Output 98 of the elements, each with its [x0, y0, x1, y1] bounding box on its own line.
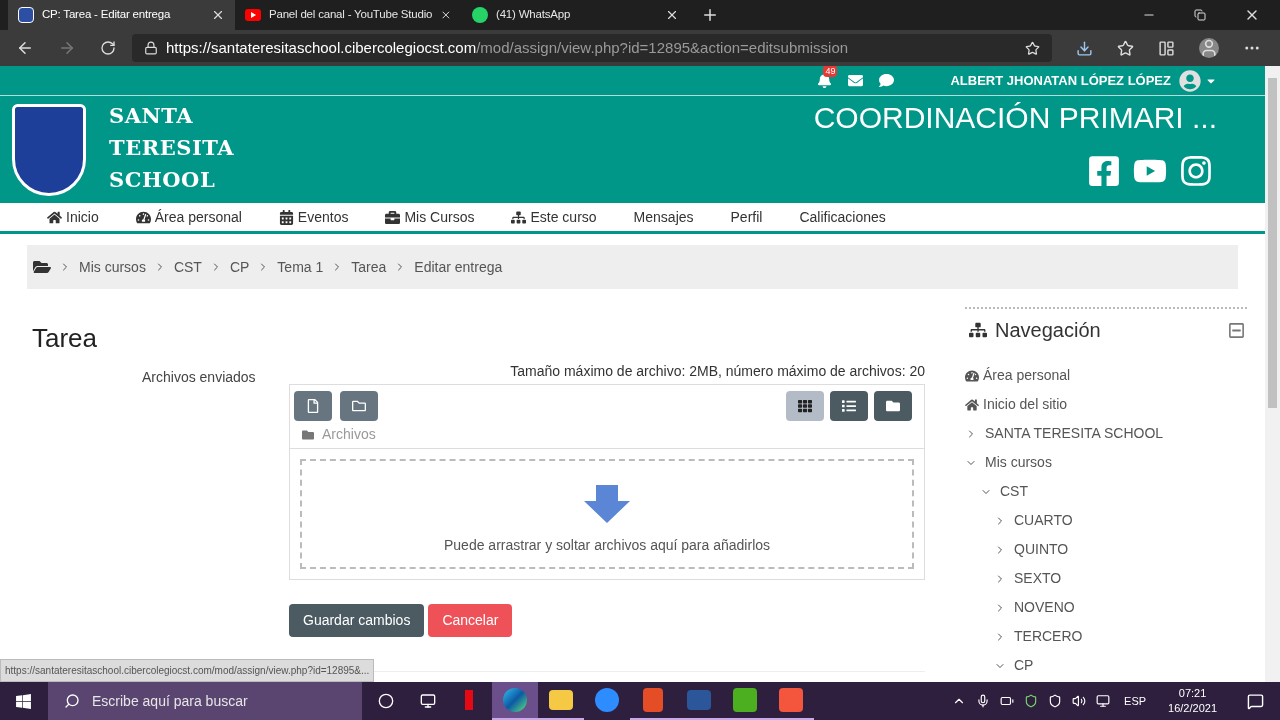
clock-date[interactable]: 16/2/2021 — [1168, 701, 1217, 716]
mail-icon[interactable] — [848, 73, 864, 88]
dashboard-icon — [965, 368, 979, 383]
grid-icon — [798, 399, 812, 413]
favorites-icon[interactable] — [1117, 39, 1134, 57]
nav-tree-item[interactable]: CP — [1014, 655, 1034, 676]
tree-view-button[interactable] — [874, 391, 912, 421]
security-icon[interactable] — [1048, 694, 1063, 708]
user-name[interactable]: ALBERT JHONATAN LÓPEZ LÓPEZ — [950, 70, 1171, 91]
extension-icon[interactable] — [1076, 39, 1093, 57]
nav-link[interactable]: Inicio del sitio — [983, 394, 1068, 415]
back-icon[interactable] — [16, 39, 34, 57]
address-field[interactable]: https://santateresitaschool.cibercolegiocst.com/mod/assign/view.php?id=12895&action=editsubmission — [132, 34, 1052, 62]
nav-tree-item[interactable]: SEXTO — [1014, 568, 1062, 589]
facebook-icon[interactable] — [1087, 154, 1121, 188]
notifications-icon[interactable] — [1247, 692, 1264, 710]
breadcrumb-link[interactable]: Tema 1 — [277, 256, 324, 278]
cortana-icon[interactable] — [378, 693, 394, 709]
nav-tree-item[interactable]: CUARTO — [1014, 510, 1073, 531]
status-url: https://santateresitaschool.cibercolegiocst.com/mod/assign/view.php?id=12895&... — [0, 659, 375, 682]
profile-icon[interactable] — [1199, 38, 1219, 58]
favorite-icon[interactable] — [1025, 40, 1040, 56]
language-indicator[interactable]: ESP — [1124, 692, 1147, 710]
menu-link[interactable]: Calificaciones — [799, 206, 886, 228]
close-icon[interactable] — [211, 8, 225, 22]
search-field[interactable]: Escribe aquí para buscar — [48, 682, 362, 720]
breadcrumb-link[interactable]: CP — [229, 256, 250, 278]
lock-icon — [144, 41, 158, 55]
menu-link[interactable]: Este curso — [530, 206, 597, 228]
drop-hint: Puede arrastrar y soltar archivos aquí para añadirlos — [443, 535, 771, 555]
sitemap-icon — [511, 209, 527, 225]
breadcrumb-link[interactable]: Editar entrega — [414, 256, 503, 278]
page-title: Tarea — [32, 322, 99, 353]
instagram-icon[interactable] — [1179, 154, 1213, 188]
grid-view-button[interactable] — [786, 391, 824, 421]
create-folder-button[interactable] — [340, 391, 378, 421]
tab-title: Panel del canal - YouTube Studio — [269, 7, 433, 23]
search-placeholder: Escribe aquí para buscar — [92, 691, 248, 711]
task-view-icon[interactable] — [420, 693, 436, 709]
briefcase-icon — [385, 209, 401, 225]
breadcrumb-link[interactable]: CST — [173, 256, 202, 278]
add-file-button[interactable] — [294, 391, 332, 421]
close-icon[interactable] — [440, 8, 452, 22]
play-icon — [245, 9, 261, 21]
menu-link[interactable]: Mensajes — [633, 206, 694, 228]
nav-tree-item[interactable]: QUINTO — [1014, 539, 1069, 560]
notification-badge: 49 — [823, 66, 838, 77]
clock-time[interactable]: 07:21 — [1178, 686, 1207, 701]
tab-title: (41) WhatsApp — [496, 7, 572, 23]
home-icon — [965, 397, 979, 412]
cancel-button[interactable]: Cancelar — [428, 604, 513, 637]
nav-tree-item[interactable]: NOVENO — [1014, 597, 1075, 618]
microphone-icon[interactable] — [976, 694, 991, 708]
url-path: /mod/assign/view.php?id=12895&action=editsubmission — [476, 37, 849, 58]
avatar-icon[interactable] — [1179, 69, 1201, 92]
list-icon — [842, 399, 856, 413]
close-icon[interactable] — [665, 8, 679, 22]
nav-tree-item[interactable]: CST — [1000, 481, 1028, 502]
file-icon — [306, 399, 320, 413]
home-icon — [47, 209, 62, 225]
collapse-icon[interactable] — [1228, 321, 1245, 339]
collections-icon[interactable] — [1158, 39, 1175, 57]
browser-tab[interactable]: CP: Tarea - Editar entrega — [8, 0, 235, 30]
volume-icon[interactable] — [1072, 694, 1087, 708]
breadcrumb-link[interactable]: Mis cursos — [79, 256, 146, 278]
reload-icon[interactable] — [100, 40, 116, 56]
breadcrumb-link[interactable]: Tarea — [351, 256, 387, 278]
scrollbar[interactable] — [1265, 66, 1280, 682]
url-host: https://santateresitaschool.cibercolegiocst.com — [166, 37, 477, 58]
search-icon — [64, 693, 80, 709]
header-title: COORDINACIÓN PRIMARI ... — [813, 100, 1217, 136]
menu-link[interactable]: Inicio — [66, 206, 99, 228]
restore-icon[interactable] — [1194, 9, 1206, 21]
network-icon[interactable] — [1096, 694, 1111, 708]
battery-icon[interactable] — [1000, 694, 1015, 708]
windows-icon[interactable] — [15, 692, 32, 710]
forward-icon[interactable] — [58, 39, 76, 57]
menu-link[interactable]: Mis Cursos — [404, 206, 475, 228]
tab-title: CP: Tarea - Editar entrega — [42, 7, 172, 23]
menu-link[interactable]: Área personal — [154, 206, 242, 228]
download-arrow-icon — [584, 484, 630, 523]
nav-tree-item[interactable]: SANTA TERESITA SCHOOL — [985, 423, 1164, 444]
sitemap-icon — [969, 321, 987, 339]
nav-link[interactable]: Área personal — [983, 365, 1071, 386]
field-label: Archivos enviados — [142, 368, 257, 387]
menu-link[interactable]: Perfil — [730, 206, 763, 228]
menu-link[interactable]: Eventos — [297, 206, 349, 228]
site-name: SANTA TERESITA SCHOOL — [109, 102, 236, 194]
nav-tree-item[interactable]: TERCERO — [1014, 626, 1083, 647]
block-title: Navegación — [995, 318, 1101, 343]
calendar-icon — [278, 209, 294, 225]
dashboard-icon — [135, 209, 151, 225]
file-limits: Tamaño máximo de archivo: 2MB, número máximo de archivos: 20 — [509, 362, 925, 381]
list-view-button[interactable] — [830, 391, 868, 421]
new-tab-icon[interactable] — [701, 6, 719, 24]
nav-tree-item[interactable]: Mis cursos — [985, 452, 1052, 473]
save-button[interactable]: Guardar cambios — [289, 604, 425, 637]
drop-zone[interactable]: Puede arrastrar y soltar archivos aquí para añadirlos — [300, 459, 914, 569]
